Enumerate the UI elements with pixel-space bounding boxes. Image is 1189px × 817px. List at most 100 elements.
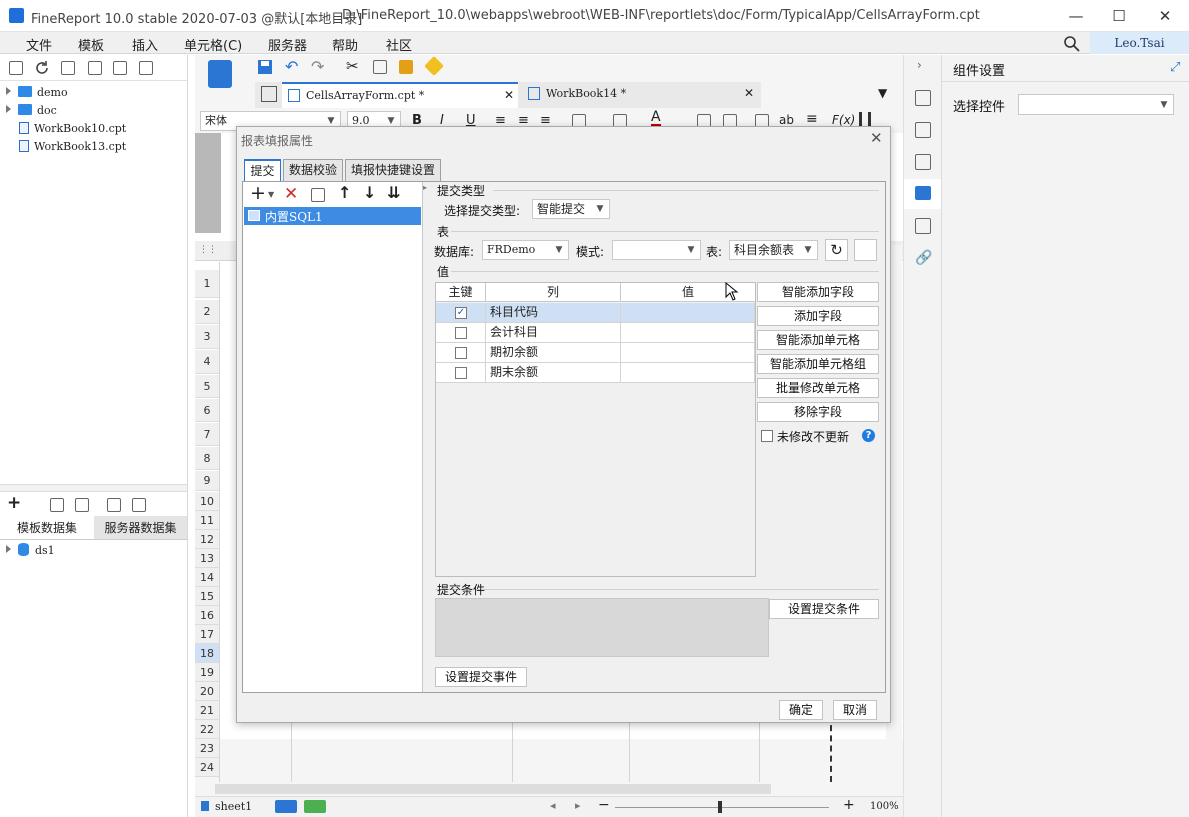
search-icon[interactable]: [1063, 35, 1080, 52]
zoom-in-button[interactable]: +: [843, 797, 855, 813]
tree-item-file[interactable]: WorkBook13.cpt: [19, 140, 126, 153]
menu-template[interactable]: 模板: [78, 35, 104, 54]
widget-settings-icon[interactable]: [915, 186, 931, 200]
table-select[interactable]: 科目余额表 ▼: [729, 240, 818, 260]
undo-icon[interactable]: ↶: [285, 57, 298, 76]
refresh-icon[interactable]: [34, 60, 50, 76]
row-number[interactable]: 7: [195, 423, 219, 446]
list-item-selected[interactable]: 内置SQL1: [244, 207, 421, 225]
cell-attr-icon[interactable]: [915, 90, 931, 106]
cell-element-icon[interactable]: [915, 122, 931, 138]
row-number[interactable]: 12: [195, 530, 219, 549]
smart-add-field-button[interactable]: 智能添加字段: [757, 282, 879, 302]
font-color-icon[interactable]: A: [651, 110, 661, 127]
form-design-icon[interactable]: [208, 60, 232, 88]
save-icon[interactable]: [257, 59, 273, 75]
collapse-arrow-icon[interactable]: ›: [917, 58, 922, 72]
delete-dataset-icon[interactable]: [75, 498, 89, 512]
zoom-slider-track[interactable]: [615, 807, 829, 808]
close-window-button[interactable]: ✕: [1155, 6, 1175, 26]
batch-modify-cell-button[interactable]: 批量修改单元格: [757, 378, 879, 398]
minimize-button[interactable]: —: [1066, 6, 1086, 26]
tab-submit[interactable]: 提交: [244, 159, 281, 181]
row-number[interactable]: 22: [195, 720, 219, 739]
menu-server[interactable]: 服务器: [268, 35, 307, 54]
tab-template-dataset[interactable]: 模板数据集: [0, 516, 94, 540]
column-cell[interactable]: 期末余额: [486, 363, 621, 383]
set-submit-event-button[interactable]: 设置提交事件: [435, 667, 527, 687]
row-number[interactable]: 2: [195, 300, 219, 324]
submit-type-select[interactable]: 智能提交 ▼: [532, 199, 610, 219]
select-all-icon[interactable]: ⋮⋮: [199, 245, 217, 255]
tab-workbook14[interactable]: WorkBook14 * ✕: [522, 82, 760, 108]
redo-icon[interactable]: ↷: [311, 57, 324, 76]
edit-icon[interactable]: [50, 498, 64, 512]
header-column[interactable]: 列: [486, 283, 621, 302]
float-element-icon[interactable]: [915, 154, 931, 170]
row-number[interactable]: 10: [195, 492, 219, 511]
copy-icon[interactable]: [311, 188, 325, 202]
row-number[interactable]: 21: [195, 701, 219, 720]
chart-icon[interactable]: [859, 112, 871, 126]
row-number[interactable]: 4: [195, 350, 219, 374]
row-number[interactable]: 24: [195, 758, 219, 777]
menu-help[interactable]: 帮助: [332, 35, 358, 54]
row-number[interactable]: 9: [195, 471, 219, 491]
text-icon[interactable]: ab: [779, 113, 794, 127]
schema-select[interactable]: ▼: [612, 240, 701, 260]
tab-data-validation[interactable]: 数据校验: [283, 159, 343, 181]
paste-icon[interactable]: [399, 60, 413, 74]
column-cell[interactable]: 期初余额: [486, 343, 621, 363]
add-dataset-icon[interactable]: +: [7, 493, 21, 513]
splitter-arrow-icon[interactable]: ▸: [423, 183, 427, 192]
row-number[interactable]: 5: [195, 375, 219, 398]
new-folder-icon[interactable]: [9, 61, 23, 75]
move-up-icon[interactable]: ↑: [338, 183, 351, 202]
table-row[interactable]: 期初余额: [436, 343, 755, 363]
prev-sheet-icon[interactable]: ◂: [550, 799, 556, 812]
refresh-table-icon[interactable]: ↻: [825, 239, 848, 261]
grid-icon[interactable]: [261, 86, 277, 102]
maximize-button[interactable]: ☐: [1109, 6, 1129, 26]
close-dialog-icon[interactable]: ✕: [870, 129, 883, 147]
help-icon[interactable]: ?: [862, 429, 875, 442]
row-number[interactable]: 20: [195, 682, 219, 701]
tree-item-file[interactable]: WorkBook10.cpt: [19, 122, 126, 135]
add-field-button[interactable]: 添加字段: [757, 306, 879, 326]
scroll-thumb[interactable]: [215, 784, 771, 794]
row-number[interactable]: 1: [195, 270, 219, 298]
set-condition-button[interactable]: 设置提交条件: [769, 599, 879, 619]
close-tab-icon[interactable]: ✕: [744, 86, 754, 100]
value-cell[interactable]: [621, 363, 755, 383]
table-row[interactable]: ✓ 科目代码: [436, 303, 755, 323]
row-number[interactable]: 17: [195, 625, 219, 644]
menu-community[interactable]: 社区: [386, 35, 412, 54]
add-poly-sheet-icon[interactable]: [304, 800, 326, 813]
splitter[interactable]: [0, 484, 187, 492]
delete-icon[interactable]: ✕: [284, 184, 298, 204]
expand-icon[interactable]: [6, 105, 11, 113]
menu-cell[interactable]: 单元格(C): [184, 35, 242, 54]
tab-cellsarrayform[interactable]: CellsArrayForm.cpt * ✕: [282, 82, 518, 108]
row-number[interactable]: 13: [195, 549, 219, 568]
row-number[interactable]: 14: [195, 568, 219, 587]
row-number[interactable]: 19: [195, 663, 219, 682]
formula-icon[interactable]: F(x): [832, 113, 855, 127]
sheet-tab[interactable]: sheet1: [215, 800, 252, 813]
value-cell[interactable]: [621, 323, 755, 343]
header-primary-key[interactable]: 主键: [436, 283, 486, 302]
copy-icon[interactable]: [373, 60, 387, 74]
format-painter-icon[interactable]: [424, 56, 444, 76]
delete-icon[interactable]: [113, 61, 127, 75]
zoom-out-button[interactable]: −: [598, 797, 610, 813]
row-number[interactable]: 8: [195, 447, 219, 470]
row-number[interactable]: 16: [195, 606, 219, 625]
database-select[interactable]: FRDemo ▼: [482, 240, 569, 260]
primary-key-checkbox[interactable]: [455, 367, 467, 379]
tab-server-dataset[interactable]: 服务器数据集: [94, 516, 187, 540]
menu-file[interactable]: 文件: [26, 35, 52, 54]
column-cell[interactable]: 会计科目: [486, 323, 621, 343]
menu-insert[interactable]: 插入: [132, 35, 158, 54]
row-number[interactable]: 6: [195, 399, 219, 422]
ok-button[interactable]: 确定: [779, 700, 823, 720]
